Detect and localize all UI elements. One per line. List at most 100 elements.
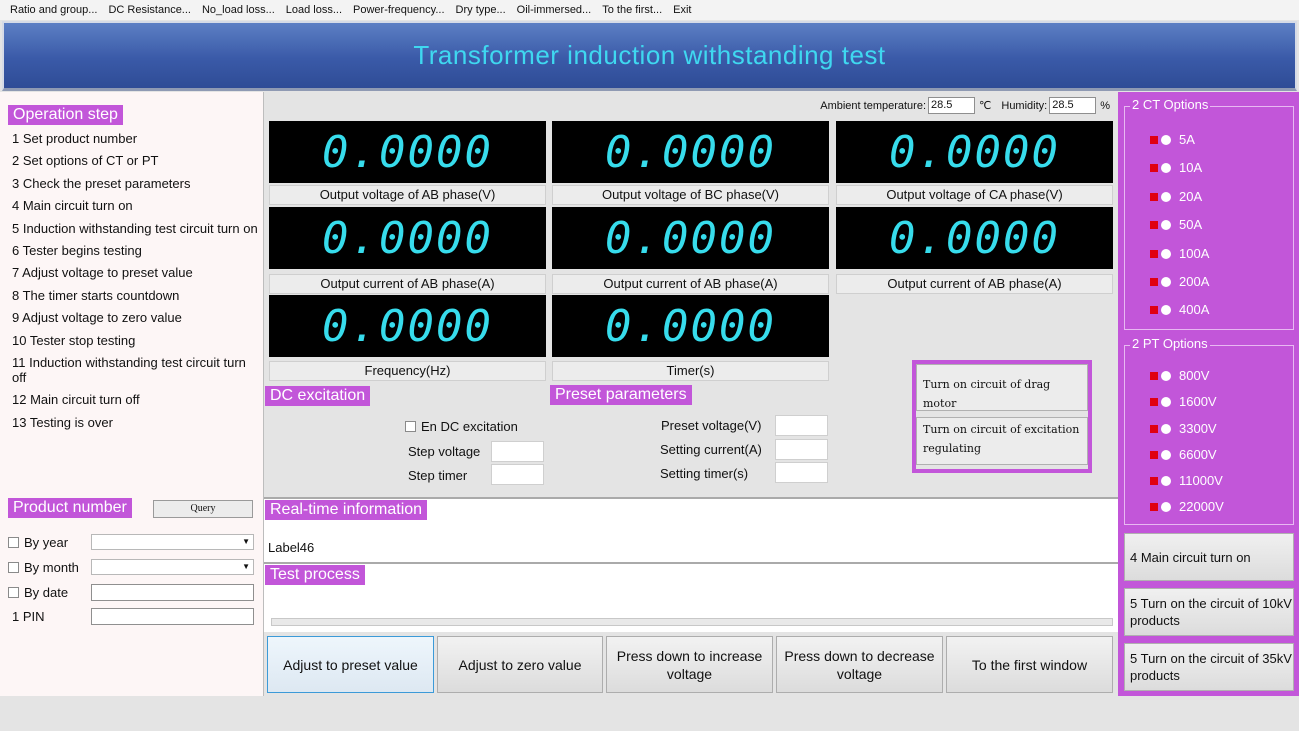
- ct-option-20a[interactable]: 20A: [1150, 189, 1202, 204]
- ct-option-100a[interactable]: 100A: [1150, 246, 1209, 261]
- meter-caption: Frequency(Hz): [269, 361, 546, 381]
- status-square-icon: [1150, 502, 1158, 511]
- menu-item-dc-resistance[interactable]: DC Resistance...: [104, 4, 198, 16]
- pin-label: 1 PIN: [12, 608, 45, 624]
- circuit-10kv-button[interactable]: 5 Turn on the circuit of 10kV products: [1124, 588, 1294, 636]
- humidity-label: Humidity:: [1001, 99, 1048, 112]
- status-square-icon: [1150, 476, 1158, 485]
- ct-options-title: 2 CT Options: [1130, 97, 1211, 112]
- radio-icon: [1161, 134, 1171, 145]
- step-item: 13 Testing is over: [12, 414, 113, 430]
- ct-option-200a[interactable]: 200A: [1150, 274, 1209, 289]
- step-item: 4 Main circuit turn on: [12, 198, 133, 214]
- step-item: 6 Tester begins testing: [12, 242, 142, 258]
- adjust-zero-button[interactable]: Adjust to zero value: [437, 636, 603, 693]
- dc-enable-row: En DC excitation: [405, 417, 518, 435]
- step-voltage-label: Step voltage: [408, 444, 481, 459]
- step-item: 12 Main circuit turn off: [12, 392, 140, 408]
- dc-enable-checkbox[interactable]: [405, 420, 416, 432]
- preset-parameters-title: Preset parameters: [550, 385, 692, 405]
- dc-excitation-title: DC excitation: [265, 386, 371, 406]
- step-timer-label: Step timer: [408, 468, 468, 483]
- test-process-title: Test process: [265, 565, 365, 585]
- menu-item-ratio[interactable]: Ratio and group...: [6, 4, 104, 16]
- option-label: 3300V: [1179, 421, 1217, 436]
- main-circuit-button[interactable]: 4 Main circuit turn on: [1124, 533, 1294, 581]
- setting-current-field[interactable]: [775, 439, 828, 460]
- drag-motor-button[interactable]: Turn on circuit of drag motor: [916, 364, 1088, 411]
- preset-voltage-field[interactable]: [775, 415, 828, 436]
- by-date-checkbox[interactable]: [8, 586, 19, 598]
- pt-option-1600v[interactable]: 1600V: [1150, 394, 1217, 409]
- pt-option-22000v[interactable]: 22000V: [1150, 499, 1224, 514]
- radio-icon: [1161, 475, 1171, 486]
- ct-option-10a[interactable]: 10A: [1150, 160, 1202, 175]
- radio-icon: [1161, 219, 1171, 230]
- adjust-preset-button[interactable]: Adjust to preset value: [267, 636, 434, 693]
- step-item: 9 Adjust voltage to zero value: [12, 310, 182, 326]
- header-banner: Transformer induction withstanding test: [2, 21, 1297, 91]
- step-timer-field[interactable]: [491, 464, 544, 485]
- meter-value: 0.0000: [605, 300, 776, 352]
- setting-timer-field[interactable]: [775, 462, 828, 483]
- increase-voltage-button[interactable]: Press down to increase voltage: [606, 636, 773, 693]
- menu-item-load-loss[interactable]: Load loss...: [282, 4, 349, 16]
- chevron-down-icon: ▼: [242, 537, 250, 546]
- menu-item-dry-type[interactable]: Dry type...: [452, 4, 513, 16]
- temperature-label: Ambient temperature:: [820, 99, 927, 112]
- temperature-field[interactable]: 28.5: [928, 97, 976, 114]
- pt-option-6600v[interactable]: 6600V: [1150, 447, 1217, 462]
- status-square-icon: [1150, 220, 1158, 229]
- meter-value: 0.0000: [322, 126, 493, 178]
- meter-value: 0.0000: [322, 300, 493, 352]
- status-square-icon: [1150, 424, 1158, 433]
- step-item: 7 Adjust voltage to preset value: [12, 265, 193, 281]
- date-field[interactable]: [91, 584, 254, 601]
- query-button[interactable]: Query: [153, 500, 253, 518]
- by-date-label: By date: [24, 584, 69, 600]
- step-item: 8 The timer starts countdown: [12, 287, 180, 303]
- year-select[interactable]: ▼: [91, 534, 254, 550]
- meter-voltage-ca: 0.0000: [836, 121, 1113, 183]
- menu-item-power-frequency[interactable]: Power-frequency...: [349, 4, 452, 16]
- ct-option-5a[interactable]: 5A: [1150, 132, 1195, 147]
- meter-caption: Output voltage of CA phase(V): [836, 185, 1113, 205]
- pt-option-3300v[interactable]: 3300V: [1150, 421, 1217, 436]
- progress-bar: [271, 618, 1113, 626]
- pt-options-group: 2 PT Options 800V 1600V 3300V 6600V 1100…: [1124, 336, 1294, 525]
- circuit-35kv-button[interactable]: 5 Turn on the circuit of 35kV products: [1124, 643, 1294, 691]
- by-month-label: By month: [24, 559, 79, 575]
- ct-option-50a[interactable]: 50A: [1150, 217, 1202, 232]
- meter-voltage-bc: 0.0000: [552, 121, 829, 183]
- decrease-voltage-button[interactable]: Press down to decrease voltage: [776, 636, 943, 693]
- step-voltage-field[interactable]: [491, 441, 544, 462]
- option-label: 20A: [1179, 189, 1203, 204]
- pin-field[interactable]: [91, 608, 254, 625]
- menu-item-oil-immersed[interactable]: Oil-immersed...: [513, 4, 599, 16]
- test-process-area: Test process: [264, 562, 1119, 632]
- humidity-field[interactable]: 28.5: [1049, 97, 1097, 114]
- option-label: 800V: [1179, 368, 1210, 383]
- menu-item-exit[interactable]: Exit: [669, 4, 698, 16]
- menu-item-no-load-loss[interactable]: No_load loss...: [198, 4, 282, 16]
- pt-option-800v[interactable]: 800V: [1150, 368, 1209, 383]
- by-month-checkbox[interactable]: [8, 561, 19, 573]
- radio-icon: [1161, 396, 1171, 407]
- pt-option-11000v[interactable]: 11000V: [1150, 473, 1223, 488]
- meter-value: 0.0000: [605, 212, 776, 264]
- menu-bar: Ratio and group... DC Resistance... No_l…: [0, 0, 1299, 20]
- option-label: 11000V: [1179, 473, 1223, 488]
- ct-option-400a[interactable]: 400A: [1150, 302, 1209, 317]
- temperature-unit: ℃: [979, 100, 992, 112]
- by-year-checkbox[interactable]: [8, 536, 19, 548]
- menu-item-to-first[interactable]: To the first...: [598, 4, 669, 16]
- excitation-regulating-button[interactable]: Turn on circuit of excitation regulating: [916, 417, 1088, 465]
- status-square-icon: [1150, 371, 1158, 380]
- by-date-row: By date: [8, 583, 68, 601]
- first-window-button[interactable]: To the first window: [946, 636, 1113, 693]
- setting-timer-label: Setting timer(s): [660, 466, 749, 481]
- operation-step-list: 1 Set product number 2 Set options of CT…: [12, 131, 258, 437]
- step-item: 5 Induction withstanding test circuit tu…: [12, 220, 258, 236]
- circuit-control-frame: Turn on circuit of drag motor Turn on ci…: [912, 360, 1092, 473]
- month-select[interactable]: ▼: [91, 559, 254, 575]
